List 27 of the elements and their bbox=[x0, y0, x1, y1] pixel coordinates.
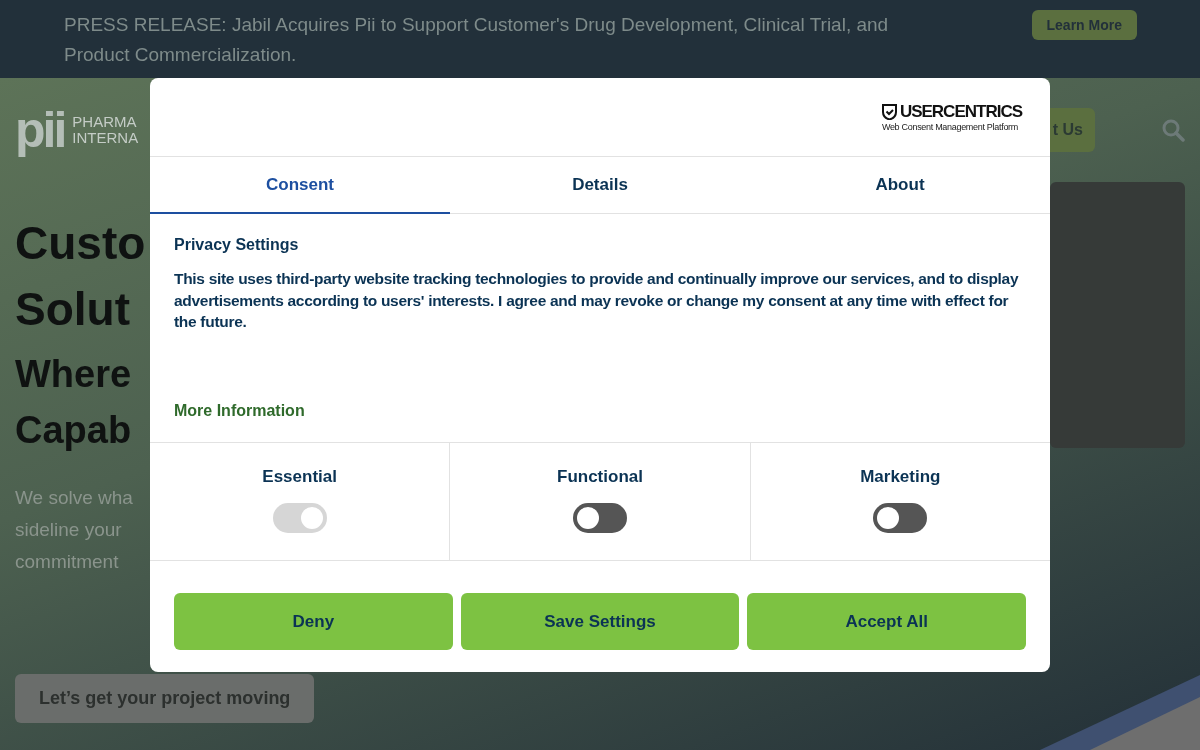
logo-text: PHARMA bbox=[72, 114, 138, 130]
shield-icon bbox=[881, 104, 897, 120]
brand-tagline: Web Consent Management Platform bbox=[881, 122, 1018, 132]
privacy-settings-heading: Privacy Settings bbox=[174, 236, 300, 254]
hero-text: commitment bbox=[15, 550, 119, 574]
consent-button[interactable]: Deny bbox=[174, 593, 453, 650]
category-label: Functional bbox=[557, 467, 643, 487]
dialog-tab[interactable]: Details bbox=[450, 157, 750, 214]
consent-button[interactable]: Save Settings bbox=[460, 593, 740, 650]
more-information-link[interactable]: More Information bbox=[174, 402, 305, 420]
toggle-switch[interactable] bbox=[873, 503, 928, 533]
category-label: Essential bbox=[262, 467, 337, 487]
consent-button[interactable]: Accept All bbox=[747, 593, 1026, 650]
dialog-tab[interactable]: About bbox=[750, 157, 1050, 214]
hero-subtitle: Where bbox=[15, 352, 132, 397]
dialog-tab[interactable]: Consent bbox=[150, 157, 450, 214]
consent-description: This site uses third-party website tracking technologies to provide and continually improve our services, and to display advertisements according to users' interests. I agree and may revoke or change my consent at any time with effect for the future. bbox=[174, 269, 1020, 332]
brand-name: USERCENTRICS bbox=[899, 102, 1022, 122]
hero-text: We solve wha bbox=[15, 486, 133, 510]
hero-title: Custo bbox=[15, 216, 146, 271]
announcement-text: PRESS RELEASE: Jabil Acquires Pii to Support Customer's Drug Development, Clinical Trial, and Product Commercialization. bbox=[64, 13, 890, 67]
hero-title: Solut bbox=[15, 282, 130, 337]
toggle-switch[interactable] bbox=[573, 503, 627, 533]
hero-text: sideline your bbox=[15, 518, 122, 542]
hero-subtitle: Capab bbox=[15, 408, 132, 453]
logo-text: INTERNA bbox=[72, 130, 140, 146]
category-label: Marketing bbox=[860, 467, 941, 487]
